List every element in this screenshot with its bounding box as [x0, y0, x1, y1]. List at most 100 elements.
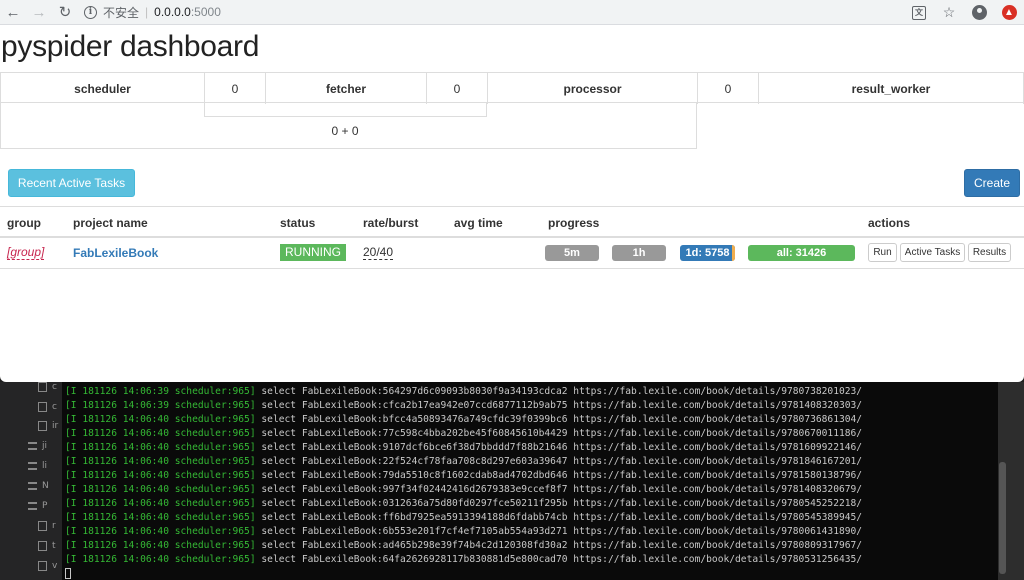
tree-item[interactable]: r [38, 519, 56, 533]
project-group-link[interactable]: [group] [7, 246, 45, 260]
projects-table-header: group project name status rate/burst avg… [0, 206, 1024, 238]
log-message: select FabLexileBook:564297d6c09093b8030… [261, 386, 863, 397]
header-project-name: project name [73, 216, 148, 230]
project-status-badge[interactable]: RUNNING [280, 244, 346, 261]
header-progress: progress [548, 216, 600, 230]
tree-item[interactable]: v [38, 559, 57, 573]
progress-all-bar: all: 31426 [748, 245, 855, 261]
header-rate-burst: rate/burst [363, 216, 419, 230]
log-prefix: [I 181126 14:06:40 scheduler:965] [65, 414, 256, 425]
terminal-prompt[interactable] [62, 567, 998, 580]
extension-icon: ▲ [1001, 5, 1017, 20]
info-icon[interactable]: i [84, 5, 97, 19]
queue-name-scheduler: scheduler [0, 73, 204, 104]
active-tasks-button[interactable]: Active Tasks [900, 243, 965, 262]
folder-icon [28, 502, 37, 510]
tree-item[interactable]: t [38, 539, 56, 553]
log-message: select FabLexileBook:79da5510c8f1602cdab… [261, 470, 863, 481]
log-message: select FabLexileBook:cfca2b17ea942e07ccd… [261, 400, 863, 411]
progress-1d-label: 1d: 5758 [685, 247, 730, 259]
log-message: select FabLexileBook:9107dcf6bce6f38d7bb… [261, 442, 863, 453]
table-row: [group] FabLexileBook RUNNING 20/40 5m 1… [0, 238, 1024, 269]
tree-item-label: v [52, 561, 58, 571]
log-line: [I 181126 14:06:40 scheduler:965] select… [62, 553, 998, 567]
log-message: select FabLexileBook:ad465b298e39f74b4c2… [261, 540, 863, 551]
tree-item[interactable]: c [38, 400, 57, 414]
translate-button[interactable]: 文 [904, 0, 934, 25]
browser-toolbar: ← → ↻ i 不安全 | 0.0.0.0:5000 文 ☆ ▲ [0, 0, 1024, 25]
tree-item[interactable]: li [28, 459, 47, 473]
file-tree: c c ir ji li N P r t v [0, 382, 62, 580]
terminal-cursor [65, 567, 71, 579]
progress-1h-bar: 1h [612, 245, 666, 261]
log-message: select FabLexileBook:22f524cf78faa708c8d… [261, 456, 863, 467]
file-icon [38, 382, 47, 392]
url-port: :5000 [190, 5, 221, 19]
tree-item[interactable]: N [28, 479, 49, 493]
file-icon [38, 421, 47, 431]
terminal-panel: c c ir ji li N P r t v [I 181126 14:06:3… [0, 382, 1024, 580]
queue-count-processor: 0 [697, 73, 758, 104]
page-title: pyspider dashboard [1, 30, 260, 63]
run-button[interactable]: Run [868, 243, 897, 262]
project-rate-burst-link[interactable]: 20/40 [363, 246, 394, 260]
translate-icon: 文 [912, 5, 926, 20]
project-name-link[interactable]: FabLexileBook [73, 246, 158, 260]
address-bar[interactable]: i 不安全 | 0.0.0.0:5000 [84, 1, 221, 23]
log-message: select FabLexileBook:997f34f02442416d267… [261, 484, 863, 495]
file-icon [38, 561, 47, 571]
log-line: [I 181126 14:06:39 scheduler:965] select… [62, 385, 998, 399]
log-line: [I 181126 14:06:40 scheduler:965] select… [62, 455, 998, 469]
tree-item-label: t [52, 541, 56, 551]
queue-name-fetcher: fetcher [265, 73, 426, 104]
progress-1d-pending-segment [732, 245, 735, 261]
recent-active-tasks-button[interactable]: Recent Active Tasks [8, 169, 135, 197]
tree-item-label: ir [52, 421, 59, 431]
tree-item-label: r [52, 521, 56, 531]
folder-icon [28, 442, 37, 450]
log-prefix: [I 181126 14:06:40 scheduler:965] [65, 498, 256, 509]
tree-item[interactable]: ji [28, 439, 47, 453]
tree-item-label: P [42, 501, 48, 511]
tree-item[interactable]: ir [38, 419, 58, 433]
tree-item-label: ji [42, 441, 48, 451]
log-line: [I 181126 14:06:40 scheduler:965] select… [62, 469, 998, 483]
tree-item[interactable]: P [28, 499, 47, 513]
url-host: 0.0.0.0 [154, 5, 191, 19]
log-message: select FabLexileBook:bfcc4a50893476a749c… [261, 414, 863, 425]
log-prefix: [I 181126 14:06:39 scheduler:965] [65, 400, 256, 411]
forward-arrow-icon[interactable]: → [26, 0, 52, 25]
account-icon [971, 5, 987, 20]
log-message: select FabLexileBook:0312636a75d80fd0297… [261, 498, 863, 509]
terminal-scrollbar-thumb[interactable] [999, 462, 1006, 574]
log-line: [I 181126 14:06:40 scheduler:965] select… [62, 441, 998, 455]
folder-icon [28, 462, 37, 470]
log-prefix: [I 181126 14:06:40 scheduler:965] [65, 456, 256, 467]
create-project-button[interactable]: Create [964, 169, 1020, 197]
queue-status-row: scheduler 0 fetcher 0 processor 0 result… [0, 72, 1024, 104]
header-actions: actions [868, 216, 911, 230]
results-button[interactable]: Results [968, 243, 1011, 262]
account-button[interactable] [964, 0, 994, 25]
log-line: [I 181126 14:06:40 scheduler:965] select… [62, 483, 998, 497]
log-line: [I 181126 14:06:39 scheduler:965] select… [62, 399, 998, 413]
address-separator: | [145, 5, 149, 19]
dashboard-page: pyspider dashboard scheduler 0 fetcher 0… [0, 25, 1024, 382]
log-prefix: [I 181126 14:06:40 scheduler:965] [65, 540, 256, 551]
progress-5m-bar: 5m [545, 245, 599, 261]
log-prefix: [I 181126 14:06:40 scheduler:965] [65, 428, 256, 439]
queue-name-result-worker: result_worker [758, 73, 1024, 104]
file-icon [38, 402, 47, 412]
header-status: status [280, 216, 316, 230]
log-output: [I 181126 14:06:39 scheduler:965] select… [62, 382, 998, 580]
header-avg-time: avg time [454, 216, 503, 230]
log-line: [I 181126 14:06:40 scheduler:965] select… [62, 539, 998, 553]
log-line: [I 181126 14:06:40 scheduler:965] select… [62, 497, 998, 511]
extension-button[interactable]: ▲ [994, 0, 1024, 25]
reload-icon[interactable]: ↻ [52, 0, 78, 25]
tree-item-label: c [52, 402, 57, 412]
tree-item-label: c [52, 382, 57, 392]
back-arrow-icon[interactable]: ← [0, 0, 26, 25]
bookmark-star-icon[interactable]: ☆ [934, 0, 964, 25]
tree-item[interactable]: c [38, 382, 57, 394]
